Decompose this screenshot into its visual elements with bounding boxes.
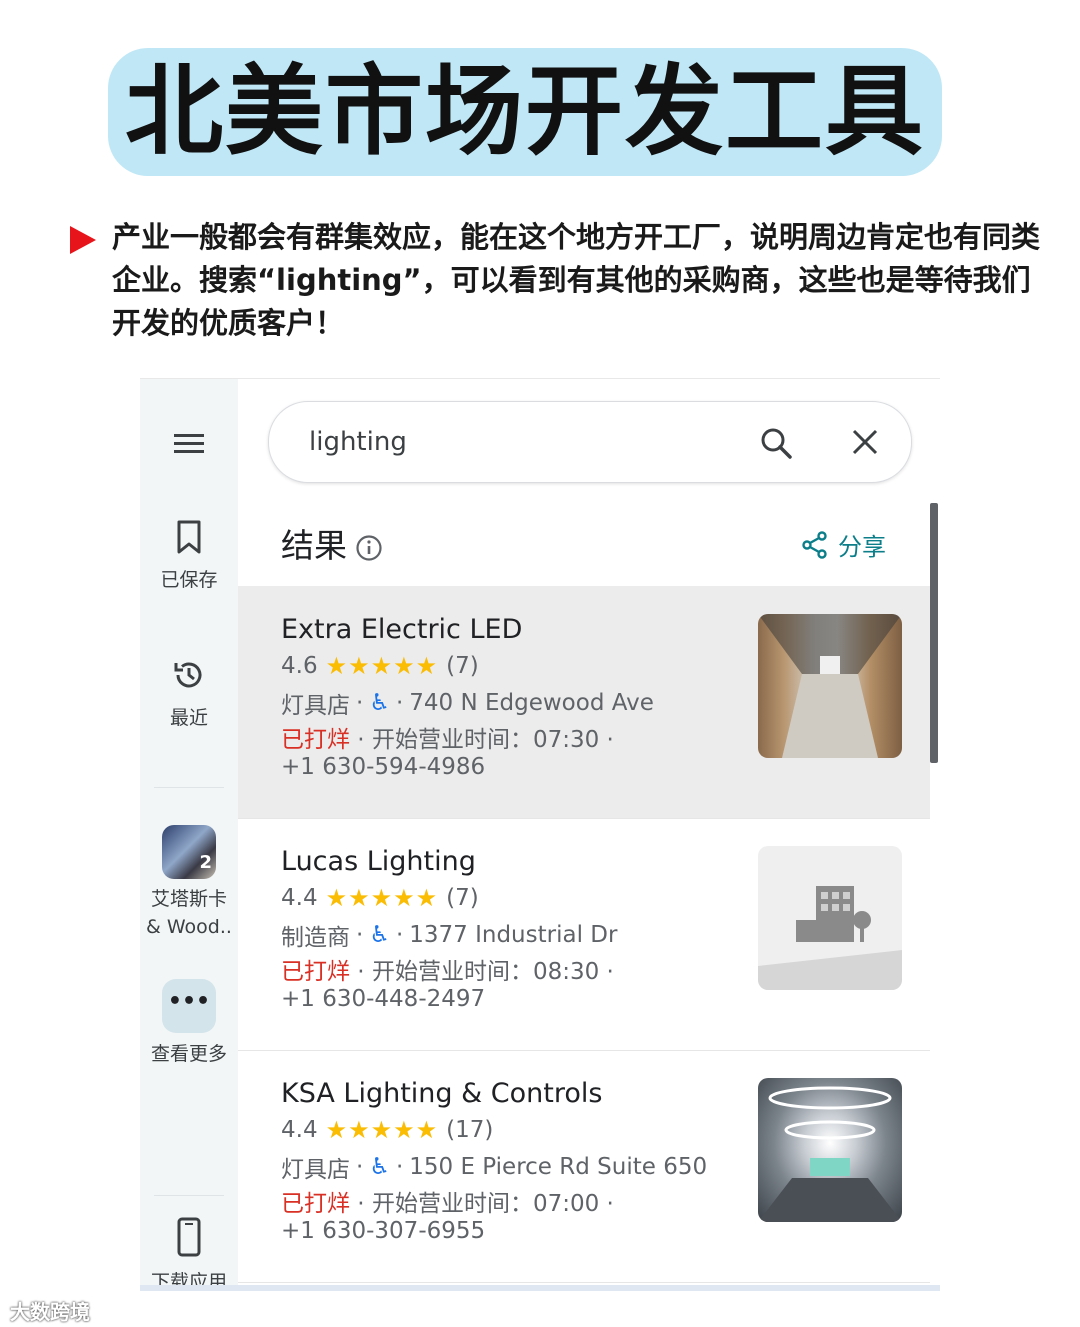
results-heading: 结果 [281,519,383,567]
opening-hours: 开始营业时间：08:30 [371,959,600,985]
info-icon[interactable] [355,534,383,562]
rail-label-place-line1: 艾塔斯卡 [150,888,227,910]
search-icon[interactable] [759,426,793,460]
place-thumbnail: 2 [162,825,216,879]
result-phone: +1 630-594-4986 [281,754,486,780]
bookmark-icon [177,520,201,554]
maps-screenshot: 已保存 最近 2 艾塔斯卡 & Wood.. ••• 查看更多 下载应用 lig… [140,378,940,1291]
more-icon: ••• [162,979,216,1033]
bullet-triangle-icon [70,226,96,254]
share-icon [802,530,827,559]
status-closed: 已打烊 [281,1191,350,1217]
rail-item-more[interactable]: ••• 查看更多 [140,979,238,1066]
intro-text: 产业一般都会有群集效应，能在这个地方开工厂，说明周边肯定也有同类企业。搜索“li… [112,220,1041,340]
rail-label-recent: 最近 [169,707,208,729]
phone-icon [177,1217,201,1257]
result-address: 1377 Industrial Dr [409,922,618,948]
close-icon[interactable] [851,428,879,456]
bottom-status-bar [140,1285,940,1291]
wheelchair-icon: ♿ [369,1154,390,1180]
menu-icon [174,434,204,437]
result-category: 灯具店 [281,693,350,719]
building-icon [758,886,902,990]
result-photo-warehouse[interactable] [758,614,902,758]
rail-label-more: 查看更多 [150,1043,227,1065]
star-rating-icon: ★★★★★ [325,652,439,680]
history-icon [174,662,202,688]
rail-divider [154,1195,224,1196]
left-rail: 已保存 最近 2 艾塔斯卡 & Wood.. ••• 查看更多 下载应用 [140,379,238,1291]
rating-value: 4.6 [281,653,318,679]
result-category-line: 灯具店 · ♿ · 150 E Pierce Rd Suite 650 [281,1150,707,1184]
rating-value: 4.4 [281,885,318,911]
rail-item-download-app[interactable]: 下载应用 [140,1217,238,1291]
results-title: 结果 [281,526,347,565]
search-box[interactable]: lighting [268,401,912,483]
result-status-line: 已打烊 · 开始营业时间：07:30 · [281,727,614,753]
result-rating: 4.4 ★★★★★ (7) [281,884,479,912]
title-banner: 北美市场开发工具 [108,48,942,176]
result-photo-showroom[interactable] [758,1078,902,1222]
result-address: 740 N Edgewood Ave [409,690,654,716]
review-count: (7) [446,653,479,679]
rail-item-recent-place[interactable]: 2 艾塔斯卡 & Wood.. [140,825,238,941]
result-rating: 4.6 ★★★★★ (7) [281,652,479,680]
menu-button[interactable] [140,429,238,458]
result-category: 制造商 [281,925,350,951]
share-label: 分享 [838,533,886,561]
opening-hours: 开始营业时间：07:00 [371,1191,600,1217]
page-title: 北美市场开发工具 [124,55,925,169]
result-rating: 4.4 ★★★★★ (17) [281,1116,493,1144]
result-card[interactable]: Extra Electric LED 4.6 ★★★★★ (7) 灯具店 · ♿ ·… [238,586,930,819]
rail-item-recent[interactable]: 最近 [140,657,238,730]
results-scrollbar[interactable] [930,503,938,763]
result-category-line: 灯具店 · ♿ · 740 N Edgewood Ave [281,686,654,720]
result-status-line: 已打烊 · 开始营业时间：08:30 · [281,959,614,985]
result-name[interactable]: Lucas Lighting [281,846,476,877]
result-phone: +1 630-307-6955 [281,1218,486,1244]
rail-item-saved[interactable]: 已保存 [140,519,238,592]
result-phone: +1 630-448-2497 [281,986,486,1012]
star-rating-icon: ★★★★★ [325,884,439,912]
result-card[interactable]: KSA Lighting & Controls 4.4 ★★★★★ (17) 灯… [238,1050,930,1283]
result-name[interactable]: Extra Electric LED [281,614,522,645]
rating-value: 4.4 [281,1117,318,1143]
result-name[interactable]: KSA Lighting & Controls [281,1078,602,1109]
review-count: (7) [446,885,479,911]
review-count: (17) [446,1117,494,1143]
rail-divider [154,787,224,788]
wheelchair-icon: ♿ [369,690,390,716]
rail-label-saved: 已保存 [160,569,218,591]
opening-hours: 开始营业时间：07:30 [371,727,600,753]
status-closed: 已打烊 [281,959,350,985]
star-rating-icon: ★★★★★ [325,1116,439,1144]
result-photo-placeholder[interactable] [758,846,902,990]
result-card[interactable]: Lucas Lighting 4.4 ★★★★★ (7) 制造商 · ♿ · 137… [238,818,930,1051]
wheelchair-icon: ♿ [369,922,390,948]
result-status-line: 已打烊 · 开始营业时间：07:00 · [281,1191,614,1217]
place-count-badge: 2 [199,852,212,873]
watermark: 大数跨境 [10,1300,90,1324]
share-button[interactable]: 分享 [802,527,886,562]
result-category: 灯具店 [281,1157,350,1183]
result-address: 150 E Pierce Rd Suite 650 [409,1154,708,1180]
status-closed: 已打烊 [281,727,350,753]
rail-label-place-line2: & Wood.. [146,916,232,938]
result-category-line: 制造商 · ♿ · 1377 Industrial Dr [281,918,617,952]
search-input[interactable]: lighting [309,402,407,482]
intro-block: 产业一般都会有群集效应，能在这个地方开工厂，说明周边肯定也有同类企业。搜索“li… [70,216,1050,345]
